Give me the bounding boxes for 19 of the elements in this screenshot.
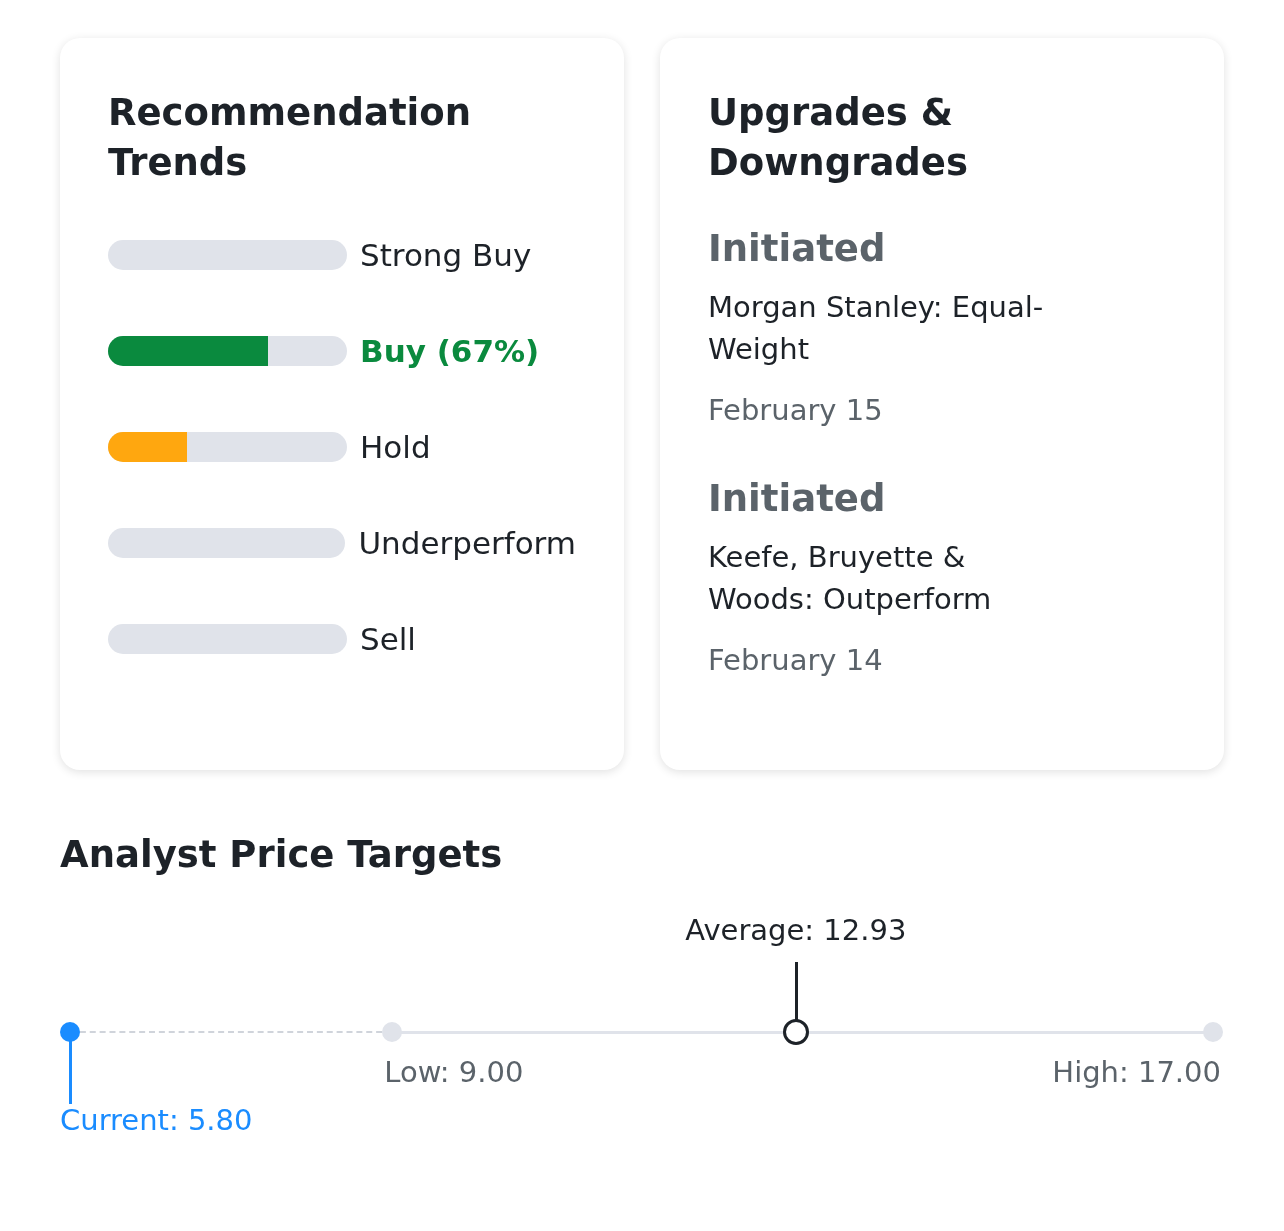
rating-label: Strong Buy [360, 235, 532, 275]
card-title: Recommendation Trends [108, 90, 473, 186]
current-price-label: Current: 5.80 [60, 1102, 253, 1138]
rating-label: Buy (67%) [360, 331, 540, 371]
high-target-label: High: 17.00 [1052, 1054, 1221, 1090]
rating-date: February 15 [708, 392, 884, 429]
average-label: Average: 12.93 [685, 912, 907, 948]
rating-label: Underperform [358, 523, 576, 563]
low-target-label: Low: 9.00 [384, 1054, 524, 1090]
average-stem [794, 962, 798, 1020]
firm-rating: Keefe, Bruyette & Woods: Outperform [708, 539, 993, 618]
firm-rating: Morgan Stanley: Equal-Weight [708, 289, 1045, 368]
rating-action: Initiated [708, 476, 887, 522]
rating-label: Hold [360, 427, 431, 467]
section-title: Analyst Price Targets [60, 832, 504, 878]
rating-label: Sell [360, 619, 416, 659]
card-title: Upgrades & Downgrades [708, 90, 969, 186]
rating-date: February 14 [708, 642, 884, 679]
rating-action: Initiated [708, 226, 887, 272]
